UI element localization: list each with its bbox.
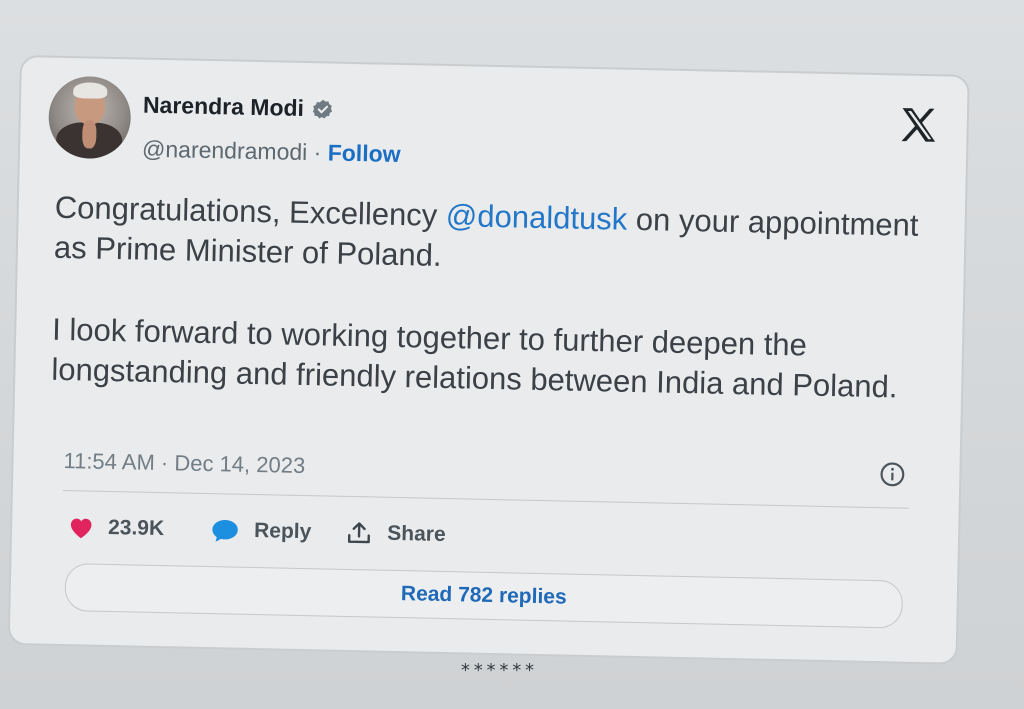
x-logo-icon[interactable] — [896, 103, 941, 148]
tweet-embed-card: Narendra Modi @narendramodi · Follow Con… — [7, 55, 970, 665]
tweet-paragraph-2: I look forward to working together to fu… — [51, 311, 898, 405]
author-handle[interactable]: @narendramodi — [142, 136, 308, 165]
tweet-text: Congratulations, Excellency @donaldtusk … — [50, 188, 935, 450]
divider — [62, 489, 909, 509]
author-handle-row: @narendramodi · Follow — [142, 136, 401, 168]
like-count: 23.9K — [107, 515, 165, 541]
author-avatar[interactable] — [47, 75, 132, 160]
reply-bubble-icon — [212, 520, 238, 542]
author-name[interactable]: Narendra Modi — [143, 92, 305, 122]
share-icon — [348, 522, 371, 544]
tweet-timestamp[interactable]: 11:54 AM · Dec 14, 2023 — [63, 448, 305, 479]
share-label: Share — [387, 521, 446, 547]
read-replies-button[interactable]: Read 782 replies — [64, 563, 904, 629]
verified-badge-icon — [312, 99, 333, 119]
author-name-row: Narendra Modi — [143, 92, 335, 123]
follow-button[interactable]: Follow — [327, 139, 400, 167]
reply-button[interactable]: Reply — [210, 517, 312, 545]
like-button[interactable]: 23.9K — [68, 515, 165, 541]
tweet-paragraph-1: Congratulations, Excellency @donaldtusk … — [53, 189, 919, 273]
heart-icon — [70, 518, 92, 539]
handle-separator: · — [307, 139, 329, 166]
tweet-actions: 23.9K Reply Share — [68, 514, 446, 548]
share-button[interactable]: Share — [345, 520, 446, 548]
separator-stars: ****** — [460, 660, 538, 681]
reply-label: Reply — [253, 519, 312, 544]
mention-link[interactable]: @donaldtusk — [446, 198, 628, 237]
info-icon[interactable] — [879, 461, 906, 488]
